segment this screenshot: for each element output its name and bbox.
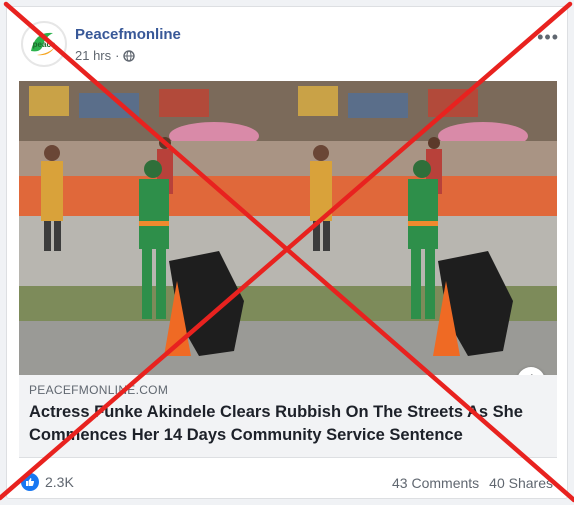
- comments-count[interactable]: 43 Comments: [392, 475, 479, 491]
- svg-text:peace: peace: [33, 40, 56, 49]
- globe-icon[interactable]: [123, 49, 136, 62]
- peacefm-logo-icon: peace: [24, 24, 64, 64]
- engagement-counts: 43 Comments 40 Shares: [392, 475, 553, 491]
- post-timestamp[interactable]: 21 hrs: [75, 48, 111, 63]
- like-icon: [21, 473, 39, 491]
- post-meta: 21 hrs ·: [75, 48, 136, 63]
- page-avatar[interactable]: peace: [21, 21, 67, 67]
- post-card: peace Peacefmonline 21 hrs · ••• PEACEFM…: [6, 6, 568, 499]
- link-preview-image[interactable]: i: [19, 81, 557, 375]
- link-preview-text[interactable]: PEACEFMONLINE.COM Actress Funke Akindele…: [19, 375, 557, 458]
- dot-separator: ·: [115, 48, 120, 63]
- post-footer: 2.3K 43 Comments 40 Shares: [7, 465, 567, 495]
- shares-count[interactable]: 40 Shares: [489, 475, 553, 491]
- street-photo-left: [19, 81, 288, 375]
- reactions-count: 2.3K: [45, 474, 74, 490]
- street-photo-right: [288, 81, 557, 375]
- more-options-button[interactable]: •••: [537, 27, 559, 48]
- link-domain: PEACEFMONLINE.COM: [29, 383, 169, 397]
- reactions-summary[interactable]: 2.3K: [21, 473, 74, 491]
- link-headline[interactable]: Actress Funke Akindele Clears Rubbish On…: [29, 401, 549, 447]
- post-header: peace Peacefmonline 21 hrs · •••: [7, 7, 567, 82]
- page-name-link[interactable]: Peacefmonline: [75, 26, 181, 43]
